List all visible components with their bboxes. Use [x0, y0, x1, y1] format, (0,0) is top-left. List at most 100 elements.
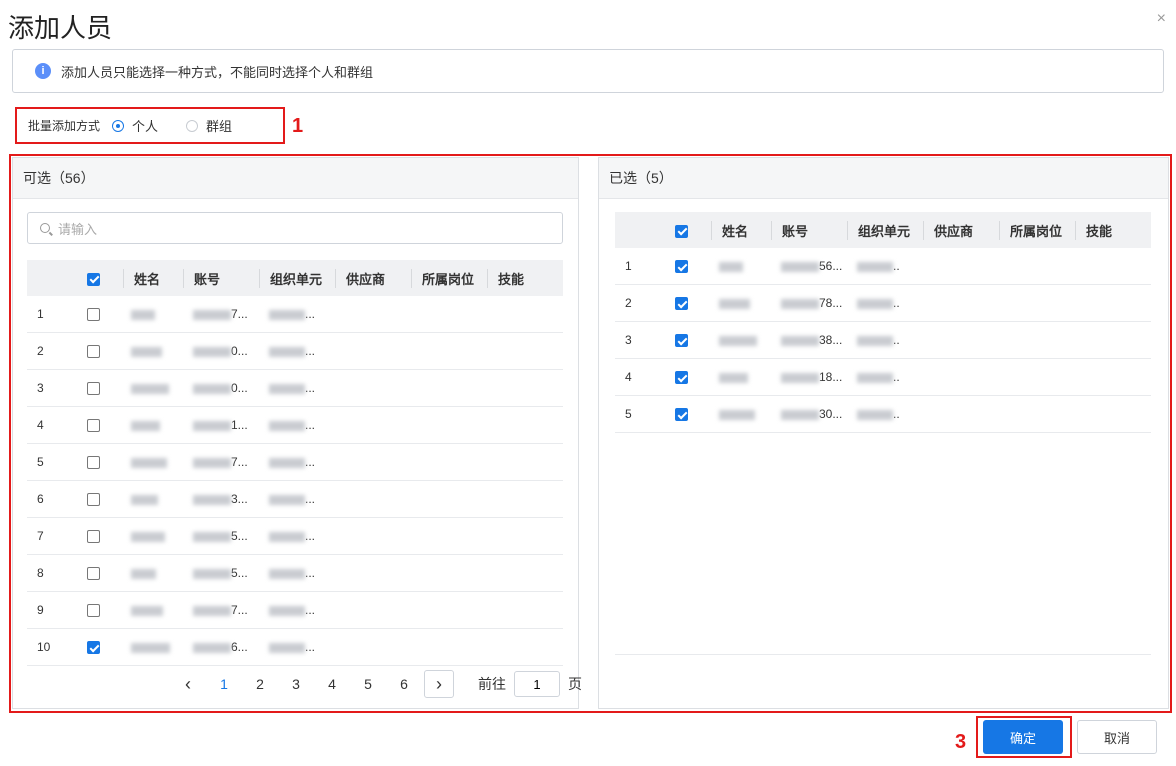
row-checkbox[interactable]	[87, 591, 123, 629]
cell-position	[411, 480, 487, 518]
cell-org: ...	[259, 628, 335, 666]
row-checkbox[interactable]	[675, 321, 711, 359]
available-header: 可选（56）	[13, 158, 578, 199]
row-checkbox[interactable]	[87, 554, 123, 592]
confirm-button[interactable]: 确定	[983, 720, 1063, 754]
table-row[interactable]: 6 3......	[27, 480, 563, 518]
cell-name	[123, 443, 183, 481]
cell-position	[411, 517, 487, 555]
account-tail: 1...	[231, 418, 248, 432]
row-checkbox[interactable]	[87, 369, 123, 407]
notice-text: 添加人员只能选择一种方式，不能同时选择个人和群组	[61, 64, 374, 80]
table-row[interactable]: 1 56.....	[615, 248, 1151, 285]
cell-supplier	[335, 406, 411, 444]
cell-org: ..	[847, 321, 923, 359]
row-checkbox[interactable]	[87, 443, 123, 481]
prev-page-icon[interactable]: ‹	[170, 674, 206, 695]
row-checkbox[interactable]	[675, 248, 711, 285]
table-row[interactable]: 5 7......	[27, 443, 563, 481]
cell-account: 0...	[183, 332, 259, 370]
cell-supplier	[335, 628, 411, 666]
cell-skill	[487, 554, 563, 592]
table-row[interactable]: 8 5......	[27, 554, 563, 592]
org-tail: ...	[305, 455, 316, 469]
page-5[interactable]: 5	[350, 676, 386, 692]
cell-account: 7...	[183, 443, 259, 481]
page-3[interactable]: 3	[278, 676, 314, 692]
row-checkbox[interactable]	[87, 406, 123, 444]
row-checkbox[interactable]	[87, 628, 123, 666]
annotation-marker-1: 1	[292, 115, 304, 137]
table-row[interactable]: 3 38.....	[615, 321, 1151, 359]
cell-supplier	[335, 296, 411, 333]
close-icon[interactable]: ×	[1157, 10, 1166, 28]
cell-account: 7...	[183, 591, 259, 629]
cell-org: ...	[259, 517, 335, 555]
account-tail: 5...	[231, 529, 248, 543]
row-checkbox[interactable]	[87, 332, 123, 370]
row-number: 3	[27, 369, 87, 407]
cell-skill	[487, 443, 563, 481]
cell-account: 1...	[183, 406, 259, 444]
page-4[interactable]: 4	[314, 676, 350, 692]
table-row[interactable]: 3 0......	[27, 369, 563, 407]
row-checkbox[interactable]	[675, 284, 711, 322]
account-tail: 38...	[819, 333, 843, 347]
search-placeholder: 请输入	[58, 221, 98, 237]
cancel-button[interactable]: 取消	[1077, 720, 1157, 754]
row-checkbox[interactable]	[87, 517, 123, 555]
cell-supplier	[335, 369, 411, 407]
table-row[interactable]: 5 30.....	[615, 395, 1151, 433]
table-row[interactable]: 2 0......	[27, 332, 563, 370]
account-tail: 0...	[231, 344, 248, 358]
radio-group-label[interactable]: 群组	[206, 116, 232, 135]
goto-page-input[interactable]	[514, 671, 560, 697]
table-row[interactable]: 2 78.....	[615, 284, 1151, 322]
cell-position	[999, 284, 1075, 322]
col-account: 账号	[183, 260, 259, 296]
table-row[interactable]: 4 1......	[27, 406, 563, 444]
col-position: 所属岗位	[999, 212, 1075, 248]
table-row[interactable]: 7 5......	[27, 517, 563, 555]
cell-skill	[1075, 321, 1151, 359]
radio-person[interactable]	[112, 119, 125, 132]
col-account: 账号	[771, 212, 847, 248]
cell-skill	[487, 628, 563, 666]
cell-supplier	[923, 248, 999, 285]
cell-account: 3...	[183, 480, 259, 518]
org-tail: ...	[305, 566, 316, 580]
org-tail: ...	[305, 344, 316, 358]
search-input[interactable]: 请输入	[27, 212, 563, 244]
radio-group[interactable]	[186, 119, 199, 132]
selected-table-bottom-line	[615, 654, 1151, 655]
row-checkbox[interactable]	[675, 358, 711, 396]
row-checkbox[interactable]	[87, 480, 123, 518]
table-row[interactable]: 10 6......	[27, 628, 563, 666]
chevron-right-icon: ›	[436, 673, 442, 694]
page-1[interactable]: 1	[206, 676, 242, 692]
cell-position	[999, 248, 1075, 285]
cell-supplier	[335, 443, 411, 481]
account-tail: 78...	[819, 296, 843, 310]
select-all-checkbox[interactable]	[87, 260, 123, 296]
account-tail: 30...	[819, 407, 843, 421]
page-2[interactable]: 2	[242, 676, 278, 692]
page-6[interactable]: 6	[386, 676, 422, 692]
select-all-checkbox[interactable]	[675, 212, 711, 248]
row-number: 3	[615, 321, 675, 359]
next-page-button[interactable]: ›	[424, 670, 454, 698]
row-checkbox[interactable]	[675, 395, 711, 433]
dialog-title: 添加人员	[8, 13, 113, 43]
cell-name	[123, 480, 183, 518]
table-row[interactable]: 4 18.....	[615, 358, 1151, 396]
radio-person-label[interactable]: 个人	[132, 116, 158, 135]
table-row[interactable]: 9 7......	[27, 591, 563, 629]
org-tail: ..	[893, 370, 900, 384]
row-checkbox[interactable]	[87, 296, 123, 333]
table-header-row: 姓名 账号 组织单元 供应商 所属岗位 技能	[615, 212, 1151, 248]
goto-suffix: 页	[568, 676, 582, 692]
account-tail: 7...	[231, 307, 248, 321]
cell-skill	[1075, 248, 1151, 285]
cell-org: ...	[259, 369, 335, 407]
table-row[interactable]: 1 7......	[27, 296, 563, 333]
